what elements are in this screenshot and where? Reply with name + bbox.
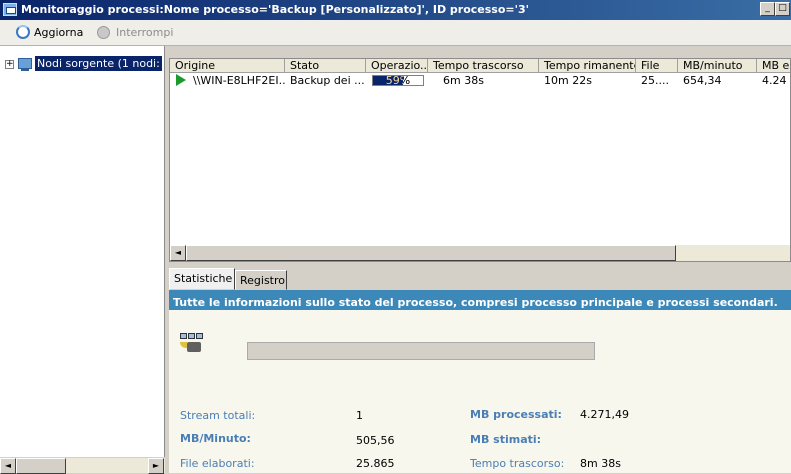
mb-minuto-value: 505,56 xyxy=(356,434,395,447)
column-header-mb-e[interactable]: MB e xyxy=(757,59,790,73)
mb-processati-value: 4.271,49 xyxy=(580,408,629,421)
tab-registro[interactable]: Registro xyxy=(235,270,287,290)
app-icon xyxy=(3,3,17,16)
status-progress-bar xyxy=(247,342,595,360)
maximize-button[interactable]: □ xyxy=(775,2,790,16)
scroll-left-button[interactable]: ◄ xyxy=(0,458,16,474)
tempo-trascorso-value: 8m 38s xyxy=(580,457,621,470)
toolbar: Aggiorna Interrompi xyxy=(0,20,791,46)
window-title: Monitoraggio processi:Nome processo='Bac… xyxy=(21,3,530,16)
progress-bar: 59% xyxy=(372,74,424,87)
stop-icon xyxy=(97,26,110,39)
mb-processati-label: MB processati: xyxy=(470,408,562,421)
column-header-mb-minuto[interactable]: MB/minuto xyxy=(678,59,757,73)
mb-stimati-label: MB stimati: xyxy=(470,433,542,446)
cell-tempo-rimanente: 10m 22s xyxy=(544,74,592,87)
tree-node-label[interactable]: Nodi sorgente (1 nodi: xyxy=(35,56,162,71)
file-elaborati-label: File elaborati: xyxy=(180,457,255,470)
column-header-stato[interactable]: Stato xyxy=(285,59,366,73)
cell-mb-e: 4.24 xyxy=(762,74,787,87)
minimize-button[interactable]: _ xyxy=(760,2,775,16)
tree-horizontal-scrollbar[interactable]: ◄ ► xyxy=(0,457,165,474)
tree-expander-icon[interactable]: + xyxy=(5,60,14,69)
running-icon xyxy=(176,74,186,86)
column-header-tempo-rimanente[interactable]: Tempo rimanente xyxy=(539,59,636,73)
column-header-tempo-trascorso[interactable]: Tempo trascorso xyxy=(428,59,539,73)
info-banner: Tutte le informazioni sullo stato del pr… xyxy=(169,290,791,310)
cell-origine: \\WIN-E8LHF2EI... xyxy=(193,74,285,87)
mb-minuto-label: MB/Minuto: xyxy=(180,432,251,445)
tempo-trascorso-label: Tempo trascorso: xyxy=(470,457,565,470)
file-elaborati-value: 25.865 xyxy=(356,457,395,470)
title-bar: Monitoraggio processi:Nome processo='Bac… xyxy=(0,0,791,20)
stream-totali-label: Stream totali: xyxy=(180,409,256,422)
stream-totali-value: 1 xyxy=(356,409,363,422)
cell-file: 25.... xyxy=(641,74,669,87)
grid-horizontal-scrollbar[interactable]: ◄ xyxy=(170,245,790,261)
grid-scroll-left-button[interactable]: ◄ xyxy=(170,245,186,261)
tab-statistiche[interactable]: Statistiche xyxy=(169,268,235,290)
scroll-right-button[interactable]: ► xyxy=(148,458,164,474)
progress-text: 59% xyxy=(385,74,411,87)
refresh-label: Aggiorna xyxy=(34,26,84,39)
stop-label: Interrompi xyxy=(116,26,174,39)
refresh-button[interactable]: Aggiorna xyxy=(12,25,84,40)
column-header-origine[interactable]: Origine xyxy=(170,59,285,73)
source-nodes-panel: + Nodi sorgente (1 nodi: xyxy=(0,46,165,473)
cell-stato: Backup dei ... xyxy=(290,74,365,87)
stop-button[interactable]: Interrompi xyxy=(94,26,173,40)
column-header-file[interactable]: File xyxy=(636,59,678,73)
network-backup-icon xyxy=(180,333,208,355)
grid-scroll-thumb[interactable] xyxy=(186,245,676,261)
computer-icon xyxy=(18,58,32,71)
refresh-icon xyxy=(16,25,30,39)
cell-mb-minuto: 654,34 xyxy=(683,74,722,87)
cell-tempo-trascorso: 6m 38s xyxy=(443,74,484,87)
column-header-operazione[interactable]: Operazio... xyxy=(366,59,428,73)
process-grid: Origine Stato Operazio... Tempo trascors… xyxy=(169,58,791,262)
scroll-thumb[interactable] xyxy=(16,458,66,474)
statistics-panel: Stream totali: 1 MB processati: 4.271,49… xyxy=(169,310,791,473)
detail-tabs: Statistiche Registro xyxy=(169,268,791,290)
